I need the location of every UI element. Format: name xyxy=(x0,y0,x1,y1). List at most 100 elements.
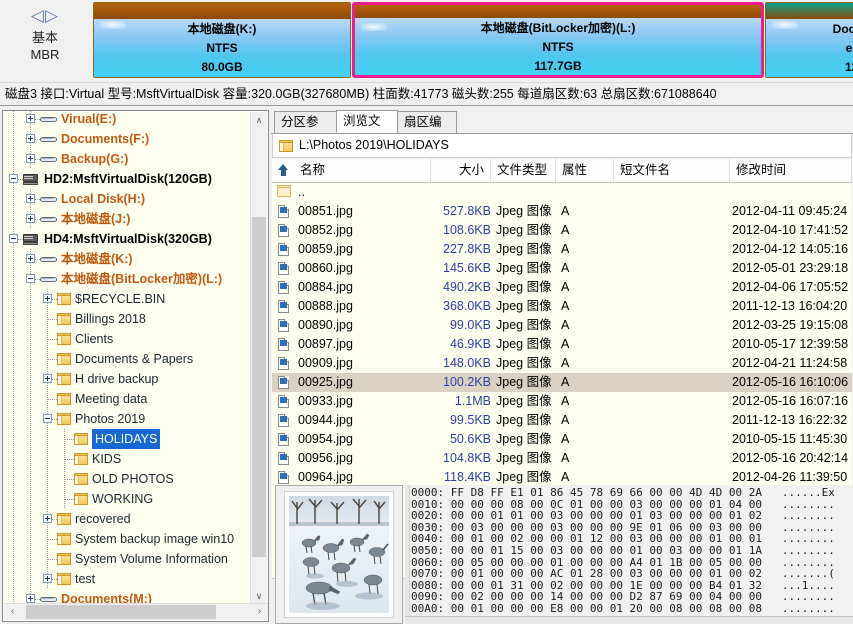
tree-expand-icon[interactable] xyxy=(26,154,35,163)
tree-node-meeting-data[interactable]: Meeting data xyxy=(3,389,251,409)
tree-guide-line xyxy=(13,329,14,349)
tree-node-recycle-bin[interactable]: $RECYCLE.BIN xyxy=(3,289,251,309)
tree-vertical-scrollbar[interactable]: ∧ ∨ xyxy=(250,112,267,605)
tree-node-hd4-msftvirtualdisk-320gb[interactable]: HD4:MsftVirtualDisk(320GB) xyxy=(3,229,251,249)
file-row[interactable]: 00944.jpg 99.5KB Jpeg 图像 A 2011-12-13 16:22:… xyxy=(272,411,852,430)
tree-node-label: System backup image win10 xyxy=(75,532,235,546)
file-type: Jpeg 图像 xyxy=(496,242,552,256)
tree-node-documents-f[interactable]: Documents(F:) xyxy=(3,129,251,149)
folder-icon xyxy=(74,493,88,505)
column-header-4[interactable]: 短文件名 xyxy=(614,159,730,182)
tree-node-kids[interactable]: KIDS xyxy=(3,449,251,469)
tree-expand-icon[interactable] xyxy=(26,214,35,223)
file-row[interactable]: 00859.jpg 227.8KB Jpeg 图像 A 2012-04-12 14:05… xyxy=(272,240,852,259)
tree-node-working[interactable]: WORKING xyxy=(3,489,251,509)
column-header-0[interactable]: 名称 xyxy=(294,159,431,182)
tree-guide-line xyxy=(30,429,31,449)
tree-guide-line xyxy=(13,249,14,269)
tree-node-old-photos[interactable]: OLD PHOTOS xyxy=(3,469,251,489)
tree-scroll-up-arrow[interactable]: ∧ xyxy=(251,112,267,129)
file-row[interactable]: 00851.jpg 527.8KB Jpeg 图像 A 2012-04-11 09:45… xyxy=(272,202,852,221)
tree-node-documents-papers[interactable]: Documents & Papers xyxy=(3,349,251,369)
tree-hscroll-thumb[interactable] xyxy=(26,605,216,619)
tree-scroll-left-arrow[interactable]: ‹ xyxy=(4,604,21,620)
tree-node-j[interactable]: 本地磁盘(J:) xyxy=(3,209,251,229)
partition-bar-3[interactable]: DocumenexFA122.3 xyxy=(765,2,853,78)
partition-bar-2[interactable]: 本地磁盘(BitLocker加密)(L:) NTFS 117.7GB xyxy=(352,2,764,78)
preview-thumbnail-cranes-in-snow[interactable] xyxy=(289,496,389,613)
tree-expand-icon[interactable] xyxy=(43,574,52,583)
volume-icon xyxy=(40,215,57,224)
tab-sector-editor[interactable]: 扇区编辑 xyxy=(397,111,457,149)
file-row[interactable]: 00884.jpg 490.2KB Jpeg 图像 A 2012-04-06 17:05… xyxy=(272,278,852,297)
partition-bar-strip: 本地磁盘(K:) NTFS 80.0GB 本地磁盘(BitLocker加密)(L:) N… xyxy=(93,2,853,80)
tree-node-virual-e[interactable]: Virual(E:) xyxy=(3,111,251,129)
hex-row[interactable]: 00A0: 00 01 00 00 00 E8 00 00 01 20 00 0… xyxy=(405,603,853,615)
file-row[interactable]: 00954.jpg 50.6KB Jpeg 图像 A 2010-05-15 11:45:… xyxy=(272,430,852,449)
tree-horizontal-scrollbar[interactable]: ‹ › xyxy=(4,603,268,620)
file-row[interactable]: 00897.jpg 46.9KB Jpeg 图像 A 2010-05-17 12:39:… xyxy=(272,335,852,354)
file-row[interactable]: 00852.jpg 108.6KB Jpeg 图像 A 2012-04-10 17:41… xyxy=(272,221,852,240)
disk-nav-arrows[interactable]: ◁▷ xyxy=(0,7,90,24)
tree-scroll-right-arrow[interactable]: › xyxy=(251,604,268,620)
tree-collapse-icon[interactable] xyxy=(9,234,18,243)
column-header-2[interactable]: 文件类型 xyxy=(491,159,556,182)
folder-icon xyxy=(57,353,71,365)
tree-node-h-drive-backup[interactable]: H drive backup xyxy=(3,369,251,389)
sort-ascending-icon[interactable] xyxy=(278,164,289,177)
current-path-bar[interactable]: L:\Photos 2019\HOLIDAYS xyxy=(272,134,852,158)
file-row[interactable]: 00933.jpg 1.1MB Jpeg 图像 A 2012-05-16 16:07:1… xyxy=(272,392,852,411)
tree-node-recovered[interactable]: recovered xyxy=(3,509,251,529)
tree-vscroll-thumb[interactable] xyxy=(252,217,266,557)
tree-expand-icon[interactable] xyxy=(26,194,35,203)
tree-expand-icon[interactable] xyxy=(26,114,35,123)
file-row[interactable]: 00890.jpg 99.0KB Jpeg 图像 A 2012-03-25 19:15:… xyxy=(272,316,852,335)
tree-expand-icon[interactable] xyxy=(43,514,52,523)
partition-bar-1[interactable]: 本地磁盘(K:) NTFS 80.0GB xyxy=(93,2,351,78)
tree-guide-line xyxy=(13,469,14,489)
column-header-3[interactable]: 属性 xyxy=(556,159,614,182)
file-size: 46.9KB xyxy=(449,337,491,351)
file-modified-time: 2012-05-16 16:07:16 xyxy=(732,394,849,408)
tree-node-hd2-msftvirtualdisk-120gb[interactable]: HD2:MsftVirtualDisk(120GB) xyxy=(3,169,251,189)
hex-horizontal-scrollbar[interactable] xyxy=(405,616,853,624)
tree-expand-icon[interactable] xyxy=(43,294,52,303)
current-path-text: L:\Photos 2019\HOLIDAYS xyxy=(299,138,449,152)
tree-guide-line xyxy=(13,111,14,129)
column-header-1[interactable]: 大小 xyxy=(431,159,491,182)
tree-node-label: Billings 2018 xyxy=(75,312,146,326)
tree-expand-icon[interactable] xyxy=(26,134,35,143)
tree-collapse-icon[interactable] xyxy=(43,414,52,423)
tab-browse-files[interactable]: 浏览文件 xyxy=(336,110,398,149)
hex-viewer[interactable]: 0000: FF D8 FF E1 01 86 45 78 69 66 00 0… xyxy=(405,485,853,624)
tree-node-label: Photos 2019 xyxy=(75,412,146,426)
tree-collapse-icon[interactable] xyxy=(26,274,35,283)
tree-guide-line xyxy=(30,389,31,409)
file-row[interactable]: 00909.jpg 148.0KB Jpeg 图像 A 2012-04-21 11:24… xyxy=(272,354,852,373)
file-row[interactable]: 00956.jpg 104.8KB Jpeg 图像 A 2012-05-16 20:42… xyxy=(272,449,852,468)
tree-node-test[interactable]: test xyxy=(3,569,251,589)
jpeg-file-icon xyxy=(278,205,289,218)
file-row[interactable]: 00888.jpg 368.0KB Jpeg 图像 A 2011-12-13 16:04… xyxy=(272,297,852,316)
tree-node-billings-2018[interactable]: Billings 2018 xyxy=(3,309,251,329)
tree-node-local-disk-h[interactable]: Local Disk(H:) xyxy=(3,189,251,209)
column-header-5[interactable]: 修改时间 xyxy=(730,159,852,182)
tree-node-bitlocker-l[interactable]: 本地磁盘(BitLocker加密)(L:) xyxy=(3,269,251,289)
tab-partition-params[interactable]: 分区参数 xyxy=(274,111,337,149)
tree-node-system-backup-image-win10[interactable]: System backup image win10 xyxy=(3,529,251,549)
file-row[interactable]: 00860.jpg 145.6KB Jpeg 图像 A 2012-05-01 23:29… xyxy=(272,259,852,278)
file-row[interactable]: 00925.jpg 100.2KB Jpeg 图像 A 2012-05-16 16:10… xyxy=(272,373,852,392)
tree-expand-icon[interactable] xyxy=(26,594,35,603)
tree-expand-icon[interactable] xyxy=(43,374,52,383)
tree-node-photos-2019[interactable]: Photos 2019 xyxy=(3,409,251,429)
file-row[interactable]: .. xyxy=(272,183,852,202)
tree-node-clients[interactable]: Clients xyxy=(3,329,251,349)
tree-guide-line xyxy=(30,489,31,509)
tree-node-k[interactable]: 本地磁盘(K:) xyxy=(3,249,251,269)
tree-node-system-volume-information[interactable]: System Volume Information xyxy=(3,549,251,569)
tree-guide-line xyxy=(30,549,31,569)
tree-collapse-icon[interactable] xyxy=(9,174,18,183)
tree-node-backup-g[interactable]: Backup(G:) xyxy=(3,149,251,169)
tree-node-holidays[interactable]: HOLIDAYS xyxy=(3,429,251,449)
tree-expand-icon[interactable] xyxy=(26,254,35,263)
